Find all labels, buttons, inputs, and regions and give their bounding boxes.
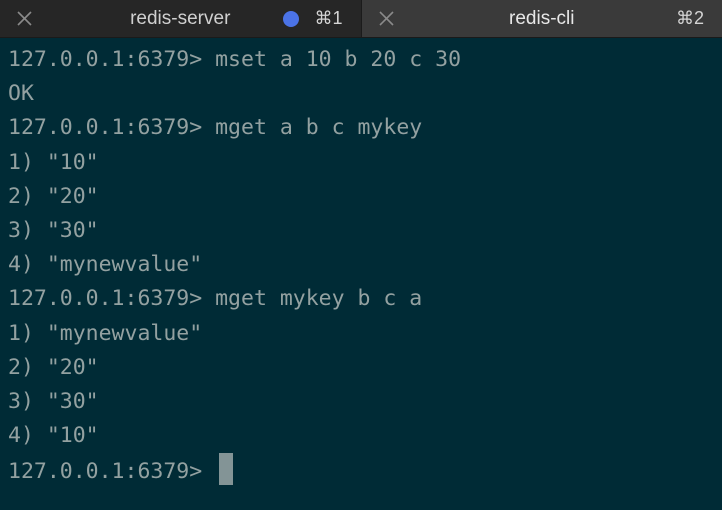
terminal-prompt: 127.0.0.1:6379> [8,459,216,485]
tab-redis-server[interactable]: redis-server ⌘1 [0,0,362,37]
terminal-line: 2) "20" [8,354,99,380]
terminal-line: 4) "mynewvalue" [8,252,203,278]
terminal-line: 2) "20" [8,183,99,209]
close-icon[interactable] [377,9,396,28]
terminal-line: 4) "10" [8,423,99,449]
activity-dot-icon [282,11,299,27]
terminal-cursor [219,453,234,486]
terminal-line: 127.0.0.1:6379> mget mykey b c a [8,286,423,312]
terminal-output[interactable]: 127.0.0.1:6379> mset a 10 b 20 c 30 OK 1… [0,43,722,510]
terminal-line: 127.0.0.1:6379> mset a 10 b 20 c 30 [8,47,462,72]
terminal-line: OK [8,81,34,107]
terminal-window: redis-server ⌘1 redis-cli ⌘2 127.0.0.1:6… [0,0,722,510]
tab-shortcut: ⌘2 [675,8,704,28]
terminal-line: 1) "10" [8,149,99,175]
tab-title: redis-server [130,7,231,29]
terminal-prompt-line[interactable]: 127.0.0.1:6379> [8,453,722,487]
tab-bar: redis-server ⌘1 redis-cli ⌘2 [0,0,722,38]
tab-redis-cli[interactable]: redis-cli ⌘2 [361,0,722,37]
terminal-line: 3) "30" [8,388,99,414]
terminal-line: 3) "30" [8,217,99,243]
terminal-line: 1) "mynewvalue" [8,320,203,346]
close-icon[interactable] [15,9,34,28]
tab-title: redis-cli [509,7,575,29]
tab-shortcut: ⌘1 [314,8,343,28]
terminal-line: 127.0.0.1:6379> mget a b c mykey [8,115,423,141]
